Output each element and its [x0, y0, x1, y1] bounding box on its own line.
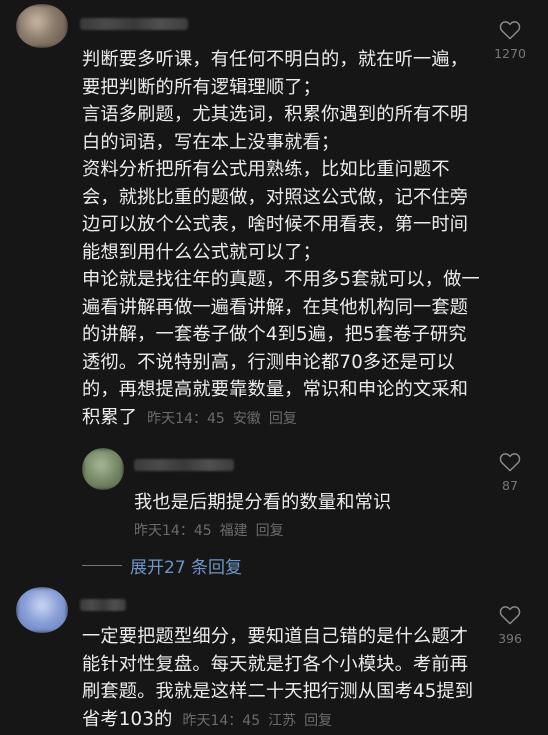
like-count: 1270	[494, 46, 526, 61]
comment-text: 我也是后期提分看的数量和常识	[134, 492, 392, 513]
comment-body: 一定要把题型细分，要知道自己错的是什么题才能针对性复盘。每天就是打各个小模块。考…	[82, 623, 482, 735]
comment-time: 昨天14：45	[182, 712, 261, 729]
reply-button[interactable]: 回复	[304, 713, 332, 729]
expand-replies-label: 展开27 条回复	[130, 558, 243, 578]
avatar-image	[16, 4, 68, 48]
like-count: 396	[498, 631, 522, 646]
comment-location: 福建	[219, 523, 248, 539]
expand-replies-button[interactable]: 展开27 条回复	[82, 553, 242, 578]
heart-outline-icon	[499, 21, 521, 40]
heart-outline-icon	[499, 453, 521, 472]
reply-button[interactable]: 回复	[256, 523, 284, 539]
comment-meta: 昨天14：45 福建 回复	[134, 520, 284, 540]
username-blurred[interactable]	[134, 459, 234, 471]
comment-body: 判断要多听课，有任何不明白的，就在听一遍，要把判断的所有逻辑理顺了； 言语多刷题…	[82, 46, 482, 433]
comment-time: 昨天14：45	[147, 410, 225, 427]
like-button[interactable]: 1270	[488, 20, 532, 61]
comment-meta: 昨天14：45 安徽 回复	[147, 411, 305, 427]
username-blurred[interactable]	[80, 18, 188, 30]
avatar[interactable]	[16, 4, 68, 48]
reply-button[interactable]: 回复	[269, 411, 297, 427]
like-button[interactable]: 87	[488, 452, 532, 493]
username-blurred[interactable]	[80, 599, 126, 611]
like-button[interactable]: 396	[488, 605, 532, 646]
avatar[interactable]	[16, 587, 68, 633]
comment-body: 我也是后期提分看的数量和常识	[134, 489, 474, 517]
heart-outline-icon	[499, 606, 521, 625]
comment-item: 判断要多听课，有任何不明白的，就在听一遍，要把判断的所有逻辑理顺了； 言语多刷题…	[0, 0, 548, 440]
avatar[interactable]	[82, 448, 124, 490]
avatar-image	[82, 448, 124, 490]
comment-location: 江苏	[268, 712, 297, 729]
reply-item: 我也是后期提分看的数量和常识 昨天14：45 福建 回复 87	[0, 440, 548, 540]
comment-text: 判断要多听课，有任何不明白的，就在听一遍，要把判断的所有逻辑理顺了； 言语多刷题…	[82, 49, 480, 428]
comment-meta: 昨天14：45 江苏 回复	[182, 713, 340, 729]
like-count: 87	[502, 478, 518, 493]
divider	[82, 565, 122, 566]
avatar-image	[16, 587, 68, 633]
comment-item: 一定要把题型细分，要知道自己错的是什么题才能针对性复盘。每天就是打各个小模块。考…	[0, 585, 548, 735]
comment-time: 昨天14：45	[134, 523, 212, 539]
comment-location: 安徽	[232, 410, 261, 427]
